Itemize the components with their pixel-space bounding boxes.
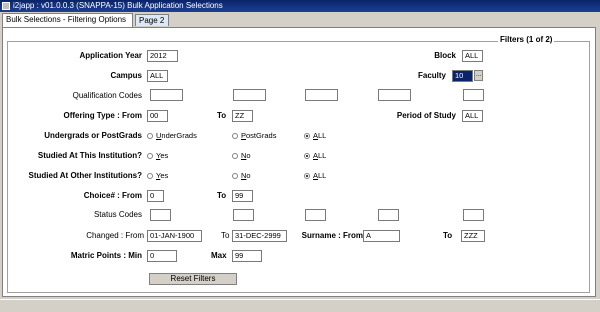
window-titlebar: i2japp : v01.0.0.3 (SNAPPA-15) Bulk Appl…: [0, 0, 600, 12]
radio-circle: [232, 173, 238, 179]
window-title: i2japp : v01.0.0.3 (SNAPPA-15) Bulk Appl…: [13, 1, 223, 10]
application-year-label: Application Year: [79, 51, 142, 60]
period-of-study-label: Period of Study: [396, 111, 456, 120]
radio-undergrads[interactable]: UnderGrads: [147, 131, 197, 141]
status-code-field-4[interactable]: [378, 209, 399, 221]
surname-from-field[interactable]: A: [363, 230, 400, 242]
campus-label: Campus: [110, 71, 142, 80]
qualification-code-field-4[interactable]: [378, 89, 411, 101]
radio-circle-selected: [304, 133, 310, 139]
surname-to-label: To: [443, 231, 453, 240]
matric-points-max-label: Max: [211, 251, 227, 260]
changed-from-label: Changed : From: [86, 231, 144, 240]
changed-to-field[interactable]: 31-DEC-2999: [232, 230, 287, 242]
block-field[interactable]: ALL: [462, 50, 483, 62]
filters-group-title: Filters (1 of 2): [498, 35, 555, 45]
block-label: Block: [434, 51, 456, 60]
changed-to-label: To: [221, 231, 230, 240]
tab-page-2[interactable]: Page 2: [135, 14, 169, 26]
changed-from-field[interactable]: 01-JAN-1900: [147, 230, 202, 242]
status-bar: [0, 299, 600, 312]
radio-studied-this-no[interactable]: No: [232, 151, 251, 161]
radio-studied-this-all[interactable]: ALL: [304, 151, 326, 161]
matric-points-min-label: Matric Points : Min: [70, 251, 142, 260]
choice-to-label: To: [217, 191, 227, 200]
period-of-study-field[interactable]: ALL: [462, 110, 483, 122]
status-codes-label: Status Codes: [93, 210, 142, 219]
studied-other-institutions-label: Studied At Other Institutions?: [28, 171, 142, 180]
qualification-code-field-2[interactable]: [233, 89, 266, 101]
surname-to-field[interactable]: ZZZ: [461, 230, 485, 242]
reset-filters-button[interactable]: Reset Filters: [149, 273, 237, 285]
surname-from-label: Surname : From: [301, 231, 363, 240]
status-code-field-1[interactable]: [150, 209, 171, 221]
radio-studied-other-no[interactable]: No: [232, 171, 251, 181]
qualification-code-field-1[interactable]: [150, 89, 183, 101]
faculty-field[interactable]: 10: [452, 70, 473, 82]
offering-type-from-field[interactable]: 00: [147, 110, 168, 122]
radio-circle: [147, 133, 153, 139]
radio-postgrads[interactable]: PostGrads: [232, 131, 276, 141]
radio-circle: [232, 133, 238, 139]
radio-studied-other-all[interactable]: ALL: [304, 171, 326, 181]
offering-type-from-label: Offering Type : From: [63, 111, 142, 120]
matric-points-max-field[interactable]: 99: [232, 250, 262, 262]
tab-bulk-selections[interactable]: Bulk Selections - Filtering Options: [2, 13, 133, 27]
status-code-field-5[interactable]: [463, 209, 484, 221]
faculty-label: Faculty: [417, 71, 446, 80]
application-year-field[interactable]: 2012: [147, 50, 178, 62]
qualification-code-field-3[interactable]: [305, 89, 338, 101]
app-icon: [2, 2, 10, 10]
matric-points-min-field[interactable]: 0: [147, 250, 177, 262]
undergrads-postgrads-label: Undergrads or PostGrads: [44, 131, 142, 140]
status-code-field-3[interactable]: [305, 209, 326, 221]
radio-circle: [147, 173, 153, 179]
radio-circle-selected: [304, 153, 310, 159]
qualification-code-field-5[interactable]: [463, 89, 484, 101]
tab-strip: Bulk Selections - Filtering Options Page…: [0, 13, 600, 27]
radio-studied-other-yes[interactable]: Yes: [147, 171, 168, 181]
radio-undergrads-postgrads-all[interactable]: ALL: [304, 131, 326, 141]
faculty-lov-button[interactable]: ...: [474, 70, 483, 81]
choice-from-label: Choice# : From: [83, 191, 142, 200]
offering-type-to-field[interactable]: ZZ: [232, 110, 253, 122]
qualification-codes-label: Qualification Codes: [72, 91, 142, 100]
campus-field[interactable]: ALL: [147, 70, 168, 82]
radio-circle-selected: [304, 173, 310, 179]
studied-this-institution-label: Studied At This Institution?: [37, 151, 142, 160]
choice-to-field[interactable]: 99: [232, 190, 253, 202]
radio-circle: [147, 153, 153, 159]
choice-from-field[interactable]: 0: [147, 190, 164, 202]
radio-circle: [232, 153, 238, 159]
status-code-field-2[interactable]: [233, 209, 254, 221]
radio-studied-this-yes[interactable]: Yes: [147, 151, 168, 161]
offering-type-to-label: To: [217, 111, 227, 120]
